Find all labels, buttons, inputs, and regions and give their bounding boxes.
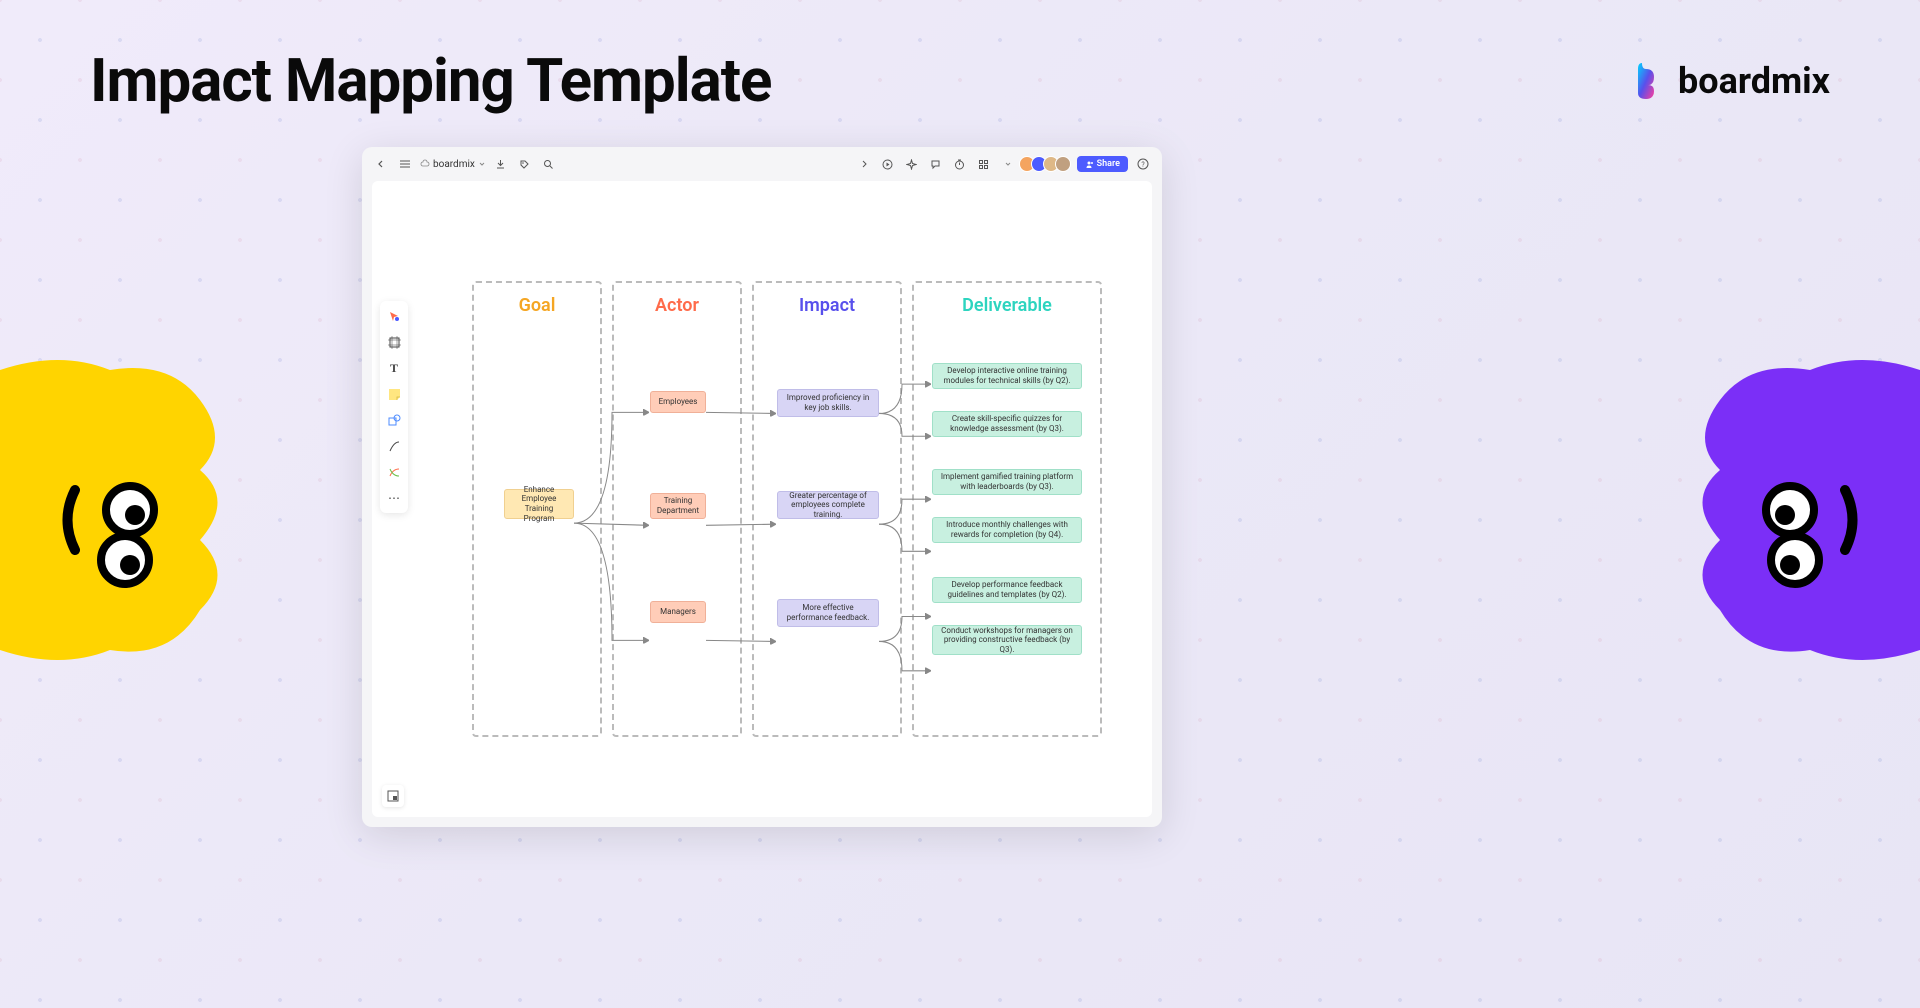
actor-node[interactable]: Training Department xyxy=(650,493,706,519)
doc-name-text: boardmix xyxy=(433,159,475,170)
person-add-icon xyxy=(1085,160,1094,169)
download-icon[interactable] xyxy=(492,155,510,173)
column-title: Goal xyxy=(474,295,600,316)
chevron-down-icon[interactable] xyxy=(999,155,1017,173)
brand-logo-icon xyxy=(1634,61,1668,101)
brand-name: boardmix xyxy=(1678,60,1830,102)
topbar-left: boardmix xyxy=(372,155,558,173)
goal-node[interactable]: Enhance Employee Training Program xyxy=(504,489,574,519)
more-tool-icon[interactable]: ⋯ xyxy=(385,489,403,507)
cursor-tool-icon[interactable] xyxy=(385,307,403,325)
column-deliverable: Deliverable xyxy=(912,281,1102,737)
chevron-right-icon[interactable] xyxy=(855,155,873,173)
play-icon[interactable] xyxy=(879,155,897,173)
mascot-right xyxy=(1660,350,1920,670)
avatars[interactable] xyxy=(1023,156,1071,172)
sticky-tool-icon[interactable] xyxy=(385,385,403,403)
page-title: Impact Mapping Template xyxy=(90,45,771,116)
text-tool-icon[interactable]: T xyxy=(385,359,403,377)
deliverable-node[interactable]: Create skill-specific quizzes for knowle… xyxy=(932,411,1082,437)
impact-map-diagram: Goal Actor Impact Deliverable Enhance Em… xyxy=(472,281,1122,737)
connector-tool-icon[interactable] xyxy=(385,463,403,481)
actor-node[interactable]: Managers xyxy=(650,601,706,623)
deliverable-node[interactable]: Conduct workshops for managers on provid… xyxy=(932,625,1082,655)
search-icon[interactable] xyxy=(540,155,558,173)
app-window: boardmix Share ? xyxy=(362,147,1162,827)
brand: boardmix xyxy=(1634,60,1830,102)
back-icon[interactable] xyxy=(372,155,390,173)
page-header: Impact Mapping Template boardmix xyxy=(90,45,1830,116)
topbar-right: Share ? xyxy=(855,155,1152,173)
comment-icon[interactable] xyxy=(927,155,945,173)
share-label: Share xyxy=(1097,159,1120,169)
share-button[interactable]: Share xyxy=(1077,156,1128,172)
deliverable-node[interactable]: Develop performance feedback guidelines … xyxy=(932,577,1082,603)
line-tool-icon[interactable] xyxy=(385,437,403,455)
side-toolbar: T ⋯ xyxy=(380,301,408,513)
shape-tool-icon[interactable] xyxy=(385,411,403,429)
topbar: boardmix Share ? xyxy=(362,147,1162,181)
column-title: Actor xyxy=(614,295,740,316)
impact-node[interactable]: Improved proficiency in key job skills. xyxy=(777,389,879,417)
mascot-left xyxy=(0,350,260,670)
column-title: Impact xyxy=(754,295,900,316)
avatar xyxy=(1055,156,1071,172)
svg-text:?: ? xyxy=(1141,161,1145,169)
deliverable-node[interactable]: Introduce monthly challenges with reward… xyxy=(932,517,1082,543)
deliverable-node[interactable]: Develop interactive online training modu… xyxy=(932,363,1082,389)
column-title: Deliverable xyxy=(914,295,1100,316)
tag-icon[interactable] xyxy=(516,155,534,173)
chevron-down-icon xyxy=(478,160,486,168)
impact-node[interactable]: More effective performance feedback. xyxy=(777,599,879,627)
minimap-button[interactable] xyxy=(382,785,404,807)
help-icon[interactable]: ? xyxy=(1134,155,1152,173)
apps-icon[interactable] xyxy=(975,155,993,173)
impact-node[interactable]: Greater percentage of employees complete… xyxy=(777,491,879,519)
cloud-icon xyxy=(420,159,430,169)
canvas[interactable]: T ⋯ Goal Actor Impact Deliverable Enhanc… xyxy=(372,181,1152,817)
sparkle-icon[interactable] xyxy=(903,155,921,173)
frame-tool-icon[interactable] xyxy=(385,333,403,351)
timer-icon[interactable] xyxy=(951,155,969,173)
doc-name[interactable]: boardmix xyxy=(420,159,486,170)
actor-node[interactable]: Employees xyxy=(650,391,706,413)
deliverable-node[interactable]: Implement gamified training platform wit… xyxy=(932,469,1082,495)
menu-icon[interactable] xyxy=(396,155,414,173)
